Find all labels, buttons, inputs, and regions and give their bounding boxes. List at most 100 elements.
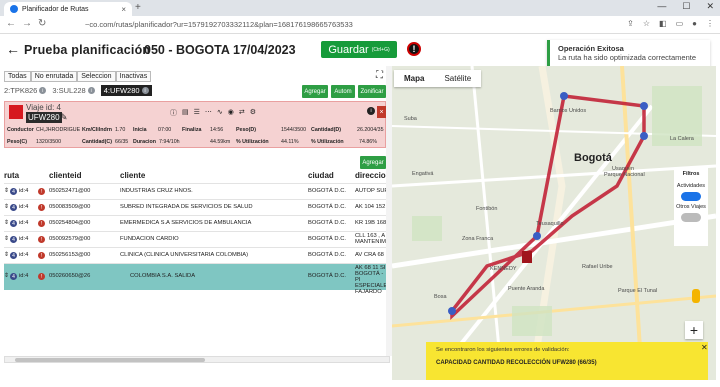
row-move-icon[interactable]: ⇕: [4, 220, 9, 226]
row-ruta: id:4: [19, 252, 29, 258]
sidebar-icon[interactable]: ▭: [676, 19, 684, 28]
info-icon[interactable]: ⓘ: [170, 108, 177, 118]
row-clienteid: 050252471@00: [49, 188, 91, 194]
back-arrow-icon[interactable]: ←: [6, 41, 20, 57]
row-cliente: EMERMEDICA S.A SERVICIOS DE AMBULANCIA: [120, 220, 252, 226]
map-label: Barrios Unidos: [550, 108, 587, 114]
row-move-icon[interactable]: ⇕: [4, 236, 9, 242]
expand-icon[interactable]: ⛶: [376, 70, 383, 81]
error-icon: !: [38, 252, 45, 259]
table-row[interactable]: ⇕ 4 id:4 ! 050256153@00 CLINICA (CLINICA…: [4, 247, 390, 263]
scroll-thumb[interactable]: [15, 358, 205, 362]
table-row[interactable]: ⇕ 4 id:4 ! 050083509@00 SUBRED INTEGRADA…: [4, 199, 390, 215]
trip-tab-2[interactable]: 2:TPK826 i: [4, 86, 47, 95]
col-clienteid[interactable]: clienteid: [49, 171, 81, 180]
route-badge-icon: 4: [10, 204, 17, 211]
document-icon[interactable]: ▤: [182, 108, 189, 118]
minimize-icon[interactable]: —: [657, 1, 666, 12]
error-icon: !: [38, 188, 45, 195]
route-icon[interactable]: ∿: [217, 108, 223, 118]
table-row[interactable]: ⇕ 4 id:4 ! 050092579@00 FUNDACION CARDIO…: [4, 231, 390, 247]
row-move-icon[interactable]: ⇕: [4, 273, 9, 279]
table-row-selected[interactable]: ⇕ 4 id:4 ! 050260650@26 COLOMBIA S.A. SA…: [4, 263, 391, 295]
forward-nav-icon[interactable]: →: [22, 18, 32, 29]
filters-activities-label: Actividades: [676, 183, 706, 189]
map-label: Fontibón: [476, 206, 498, 212]
trip-card: Viaje id: 4 UFW280 ✎ ⓘ ▤ ☰ ⋯ ∿ ◉ ⇄ ⚙ i ×…: [4, 101, 386, 148]
menu-icon[interactable]: ⋮: [706, 19, 714, 28]
map-tab[interactable]: Mapa: [394, 70, 434, 87]
close-trip-icon[interactable]: ×: [377, 106, 386, 118]
satellite-tab[interactable]: Satélite: [434, 70, 481, 87]
maximize-icon[interactable]: ☐: [682, 1, 690, 12]
alert-icon[interactable]: !: [407, 42, 421, 56]
trip-tab-label: 3:SUL228: [52, 86, 86, 95]
auto-button[interactable]: Autom: [331, 85, 355, 98]
end-label: Finaliza: [182, 127, 202, 133]
row-ruta: id:4: [19, 204, 29, 210]
trip-tab-4[interactable]: 4:UFW280 i: [100, 85, 152, 96]
map-label: Engativá: [412, 171, 434, 177]
browser-tab[interactable]: Planificador de Rutas ×: [4, 2, 132, 16]
close-window-icon[interactable]: ✕: [706, 1, 714, 12]
more-icon[interactable]: ⋯: [205, 108, 212, 118]
close-error-icon[interactable]: ✕: [701, 343, 708, 352]
row-move-icon[interactable]: ⇕: [4, 204, 9, 210]
new-tab-icon[interactable]: +: [135, 2, 141, 13]
pegman-icon[interactable]: [692, 289, 700, 303]
extension-icon[interactable]: ◧: [659, 19, 667, 28]
reload-icon[interactable]: ↻: [38, 18, 46, 29]
add-button[interactable]: Agregar: [302, 85, 328, 98]
filters-title: Filtros: [682, 171, 700, 177]
zonify-button[interactable]: Zonificar: [358, 85, 386, 98]
filter-todas[interactable]: Todas: [4, 71, 31, 82]
table-row[interactable]: ⇕ 4 id:4 ! 050252471@00 INDUSTRIAS CRUZ …: [4, 183, 390, 199]
qty-c-value: 66/35: [115, 139, 129, 145]
col-ruta[interactable]: ruta: [4, 171, 19, 180]
page-title: Prueba planificación: [24, 43, 151, 57]
row-direccion: AV CRA 68: [355, 252, 384, 258]
url-field[interactable]: ~co.com/rutas/planificador?ur=1579192703…: [85, 19, 605, 31]
table-row[interactable]: ⇕ 4 id:4 ! 050254804@00 EMERMEDICA S.A S…: [4, 215, 390, 231]
row-ciudad: BOGOTÁ D.C.: [308, 236, 347, 242]
activities-toggle[interactable]: [681, 192, 701, 201]
add-client-button[interactable]: Agregar: [360, 156, 386, 169]
profile-icon[interactable]: ●: [692, 19, 697, 28]
row-ruta: id:4: [19, 188, 29, 194]
info-icon[interactable]: i: [367, 107, 375, 115]
star-icon[interactable]: ☆: [643, 19, 650, 28]
filter-no-enrutada[interactable]: No enrutada: [30, 71, 78, 82]
other-trips-toggle[interactable]: [681, 213, 701, 222]
error-icon: !: [38, 220, 45, 227]
filter-inactivas[interactable]: Inactivas: [115, 71, 152, 82]
edit-pencil-icon[interactable]: ✎: [60, 112, 68, 123]
list-icon[interactable]: ☰: [194, 108, 200, 118]
horizontal-scrollbar[interactable]: [4, 356, 390, 363]
filter-seleccion[interactable]: Seleccion: [77, 71, 116, 82]
window-controls: — ☐ ✕: [657, 1, 714, 12]
address-bar: ← → ↻ ~co.com/rutas/planificador?ur=1579…: [0, 16, 720, 34]
settings-icon[interactable]: ⚙: [250, 108, 256, 118]
route-badge-icon: 4: [10, 188, 17, 195]
close-tab-icon[interactable]: ×: [121, 5, 126, 14]
row-clienteid: 050083509@00: [49, 204, 91, 210]
row-ciudad: BOGOTÁ D.C.: [308, 273, 347, 279]
zoom-in-button[interactable]: +: [685, 321, 703, 339]
back-nav-icon[interactable]: ←: [6, 18, 16, 29]
trip-tab-3[interactable]: 3:SUL228 i: [52, 86, 95, 95]
row-move-icon[interactable]: ⇕: [4, 252, 9, 258]
eye-icon[interactable]: ◉: [228, 108, 234, 118]
share-icon[interactable]: ⇪: [627, 19, 634, 28]
col-ciudad[interactable]: ciudad: [308, 171, 334, 180]
route-code-city: 050 - BOGOTA: [144, 43, 230, 57]
km-label: Km/Clilndrn: [82, 127, 113, 133]
col-cliente[interactable]: cliente: [120, 171, 145, 180]
row-move-icon[interactable]: ⇕: [4, 188, 9, 194]
trip-tab-label: 2:TPK826: [4, 86, 38, 95]
map-label: Suba: [404, 116, 417, 122]
favicon-icon: [10, 5, 18, 13]
map-panel[interactable]: Mapa Satélite Bogotá Parque Nacional Raf…: [392, 66, 716, 380]
swap-icon[interactable]: ⇄: [239, 108, 245, 118]
save-button[interactable]: Guardar (Ctrl+G): [321, 41, 397, 58]
map-label: Parque El Tunal: [618, 288, 658, 294]
